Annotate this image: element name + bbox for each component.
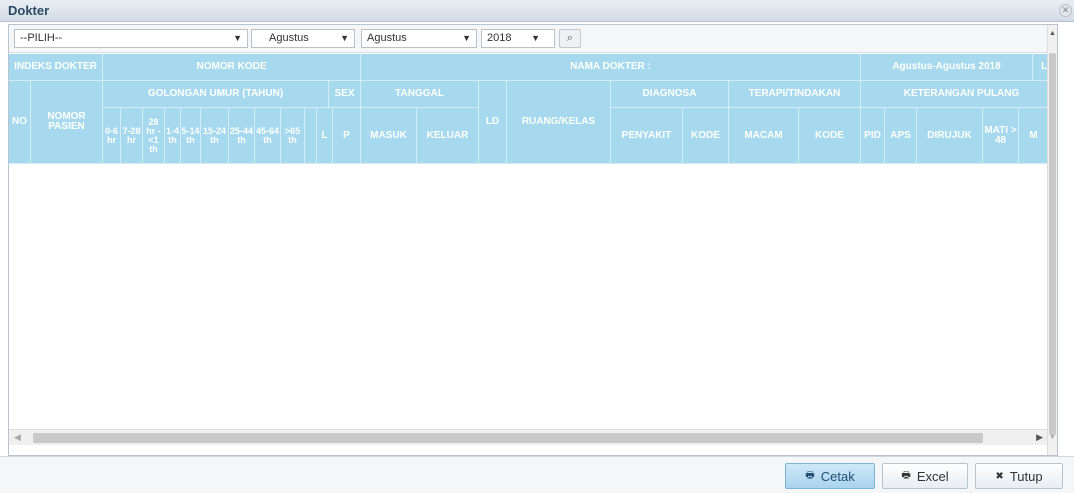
header-kode-diagnosa: KODE	[683, 108, 729, 164]
header-ruang-kelas: RUANG/KELAS	[507, 81, 611, 164]
printer-icon: 🖶	[901, 469, 911, 481]
header-aps: APS	[885, 108, 917, 164]
dokter-select[interactable]: --PILIH-- ▼	[14, 29, 248, 48]
header-pid: PID	[861, 108, 885, 164]
chevron-down-icon: ▼	[531, 33, 540, 43]
scroll-right-icon[interactable]: ▶	[1036, 432, 1043, 443]
header-no: NO	[9, 81, 31, 164]
header-periode: Agustus-Agustus 2018	[861, 54, 1033, 81]
table-header: INDEKS DOKTER NOMOR KODE NAMA DOKTER : A…	[9, 54, 1049, 164]
excel-button[interactable]: 🖶 Excel	[882, 463, 968, 489]
scroll-down-icon[interactable]: ▼	[1049, 434, 1056, 441]
header-nomor-pasien: NOMOR PASIEN	[31, 81, 103, 164]
search-button[interactable]: ⌕	[559, 29, 581, 48]
bulan-akhir-select[interactable]: Agustus ▼	[361, 29, 477, 48]
window-title: Dokter	[8, 3, 50, 18]
vertical-scroll-thumb[interactable]	[1049, 53, 1056, 435]
header-sex-p: P	[333, 108, 361, 164]
header-masuk: MASUK	[361, 108, 417, 164]
header-keluar: KELUAR	[417, 108, 479, 164]
close-icon: ✖	[995, 470, 1004, 482]
header-ld: LD	[479, 81, 507, 164]
header-penyakit: PENYAKIT	[611, 108, 683, 164]
header-nomor-kode: NOMOR KODE	[103, 54, 361, 81]
filter-toolbar: --PILIH-- ▼ Agustus ▼ Agustus ▼ 2018 ▼ ⌕	[9, 25, 1057, 53]
header-mati-48: MATI > 48	[983, 108, 1019, 164]
header-sex: SEX	[329, 81, 361, 108]
window-titlebar: Dokter ✕	[0, 0, 1074, 22]
scroll-left-icon[interactable]: ◀	[14, 432, 21, 443]
report-panel: --PILIH-- ▼ Agustus ▼ Agustus ▼ 2018 ▼ ⌕…	[8, 24, 1058, 456]
header-keterangan-pulang: KETERANGAN PULANG	[861, 81, 1049, 108]
header-nama-dokter: NAMA DOKTER :	[361, 54, 861, 81]
header-umur-col: 5-14 th	[181, 108, 201, 164]
header-umur-col: 1-4 th	[165, 108, 181, 164]
header-sex-l: L	[317, 108, 333, 164]
header-umur-col: 7-28 hr	[121, 108, 143, 164]
chevron-down-icon: ▼	[340, 33, 349, 43]
header-umur-col: 0-6 hr	[103, 108, 121, 164]
header-dirujuk: DIRUJUK	[917, 108, 983, 164]
header-umur-col: 28 hr - <1 th	[143, 108, 165, 164]
header-umur-blank	[305, 108, 317, 164]
header-umur-col: >65 th	[281, 108, 305, 164]
header-diagnosa: DIAGNOSA	[611, 81, 729, 108]
header-umur-col: 25-44 th	[229, 108, 255, 164]
cetak-label: Cetak	[820, 468, 855, 484]
table-body	[9, 164, 1049, 429]
bulan-awal-select[interactable]: Agustus ▼	[251, 29, 355, 48]
printer-icon: 🖶	[805, 469, 815, 481]
dialog-footer: 🖶 Cetak 🖶 Excel ✖ Tutup	[0, 456, 1074, 493]
cetak-button[interactable]: 🖶 Cetak	[785, 463, 875, 489]
header-tanggal: TANGGAL	[361, 81, 479, 108]
chevron-down-icon: ▼	[233, 33, 242, 43]
vertical-scrollbar[interactable]: ▲ ▼	[1047, 25, 1057, 455]
header-kode-terapi: KODE	[799, 108, 861, 164]
close-icon[interactable]: ✕	[1059, 4, 1072, 17]
bulan-awal-value: Agustus	[269, 32, 309, 44]
header-umur-col: 15-24 th	[201, 108, 229, 164]
header-m: M	[1019, 108, 1049, 164]
scroll-up-icon[interactable]: ▲	[1049, 30, 1056, 37]
tutup-button[interactable]: ✖ Tutup	[975, 463, 1063, 489]
header-macam: MACAM	[729, 108, 799, 164]
header-terapi-tindakan: TERAPI/TINDAKAN	[729, 81, 861, 108]
chevron-down-icon: ▼	[462, 33, 471, 43]
tahun-select[interactable]: 2018 ▼	[481, 29, 555, 48]
horizontal-scrollbar[interactable]: ◀ ▶	[9, 429, 1049, 445]
horizontal-scroll-thumb[interactable]	[33, 433, 983, 443]
search-icon: ⌕	[566, 32, 574, 44]
header-golongan-umur: GOLONGAN UMUR (TAHUN)	[103, 81, 329, 108]
dokter-select-value: --PILIH--	[20, 32, 63, 44]
header-umur-col: 45-64 th	[255, 108, 281, 164]
tutup-label: Tutup	[1009, 468, 1043, 484]
bulan-akhir-value: Agustus	[367, 32, 407, 44]
tahun-value: 2018	[487, 32, 512, 44]
excel-label: Excel	[916, 468, 949, 484]
header-indeks-dokter: INDEKS DOKTER	[9, 54, 103, 81]
